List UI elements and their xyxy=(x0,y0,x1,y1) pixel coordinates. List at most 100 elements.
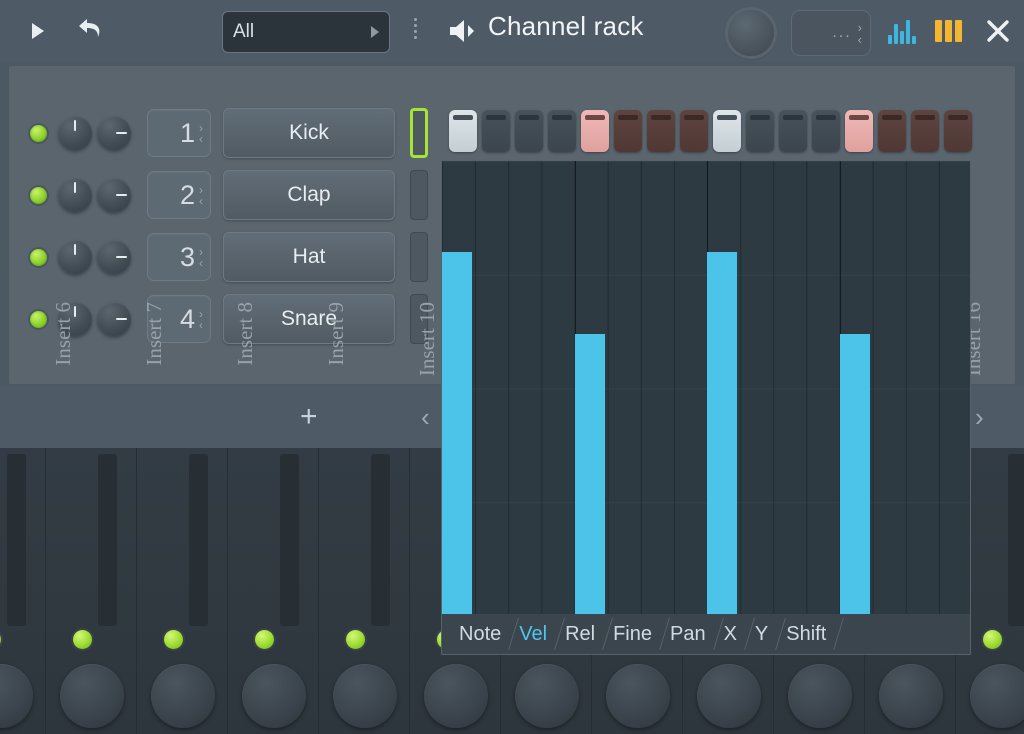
velocity-chart[interactable] xyxy=(442,161,971,616)
pan-knob[interactable] xyxy=(58,116,92,150)
volume-knob[interactable] xyxy=(97,116,131,150)
channel-name-button[interactable]: Kick xyxy=(223,108,395,158)
mixer-track-knob[interactable] xyxy=(60,664,124,728)
channel-number-field[interactable]: 3 ›‹ xyxy=(147,233,211,281)
step-button-4[interactable] xyxy=(548,110,576,152)
velocity-tab-note[interactable]: Note xyxy=(450,614,510,654)
step-button-10[interactable] xyxy=(746,110,774,152)
mixer-track-knob[interactable] xyxy=(424,664,488,728)
channel-filter-select[interactable]: All xyxy=(222,11,390,53)
mixer-track-slot[interactable] xyxy=(410,232,428,282)
step-cap xyxy=(717,115,737,120)
mixer-track[interactable]: Insert 5 xyxy=(0,448,46,734)
velocity-tab-fine[interactable]: Fine xyxy=(604,614,661,654)
mixer-fader[interactable] xyxy=(371,454,390,626)
mixer-fader[interactable] xyxy=(98,454,117,626)
velocity-tab-y[interactable]: Y xyxy=(746,614,777,654)
velocity-tab-rel[interactable]: Rel xyxy=(556,614,604,654)
step-cap xyxy=(849,115,869,120)
dot-icon xyxy=(414,24,417,27)
step-button-15[interactable] xyxy=(911,110,939,152)
velocity-bar-13[interactable] xyxy=(840,334,870,616)
mixer-track-led[interactable] xyxy=(73,630,92,649)
channel-number-field[interactable]: 2 ›‹ xyxy=(147,171,211,219)
step-button-5[interactable] xyxy=(581,110,609,152)
close-button[interactable] xyxy=(985,18,1011,44)
mixer-track-knob[interactable] xyxy=(515,664,579,728)
mixer-track-knob[interactable] xyxy=(0,664,33,728)
step-button-7[interactable] xyxy=(647,110,675,152)
bar-graph-icon[interactable] xyxy=(888,18,916,44)
step-cap xyxy=(651,115,671,120)
mixer-track-knob[interactable] xyxy=(333,664,397,728)
volume-knob[interactable] xyxy=(97,302,131,336)
dot-icon xyxy=(414,30,417,33)
channel-number-value: 1 xyxy=(180,120,195,147)
mixer-track-knob[interactable] xyxy=(606,664,670,728)
step-cap xyxy=(750,115,770,120)
mixer-track[interactable]: Insert 6 xyxy=(46,448,137,734)
channel-name-button[interactable]: Hat xyxy=(223,232,395,282)
step-button-6[interactable] xyxy=(614,110,642,152)
channel-enable-led[interactable] xyxy=(30,249,47,266)
overflow-menu-button[interactable] xyxy=(414,18,417,39)
mixer-fader[interactable] xyxy=(280,454,299,626)
step-button-13[interactable] xyxy=(845,110,873,152)
mixer-track-knob[interactable] xyxy=(879,664,943,728)
dot-icon xyxy=(414,18,417,21)
velocity-tab-pan[interactable]: Pan xyxy=(661,614,715,654)
velocity-bar-1[interactable] xyxy=(442,252,472,616)
mixer-track-knob[interactable] xyxy=(788,664,852,728)
channel-enable-led[interactable] xyxy=(30,125,47,142)
undo-button[interactable] xyxy=(70,11,110,51)
add-channel-button[interactable]: + xyxy=(300,402,318,432)
step-button-9[interactable] xyxy=(713,110,741,152)
mixer-track[interactable]: Insert 8 xyxy=(228,448,319,734)
volume-knob[interactable] xyxy=(97,240,131,274)
mixer-track-led[interactable] xyxy=(255,630,274,649)
stepper-chevrons-icon: ›‹ xyxy=(199,185,203,206)
mixer-track-knob[interactable] xyxy=(242,664,306,728)
step-button-1[interactable] xyxy=(449,110,477,152)
velocity-bar-9[interactable] xyxy=(707,252,737,616)
mixer-track-knob[interactable] xyxy=(970,664,1024,728)
mixer-fader[interactable] xyxy=(7,454,26,626)
pan-knob[interactable] xyxy=(58,178,92,212)
swing-knob[interactable] xyxy=(728,10,774,56)
step-cap xyxy=(585,115,605,120)
pan-knob[interactable] xyxy=(58,240,92,274)
channel-enable-led[interactable] xyxy=(30,187,47,204)
step-button-8[interactable] xyxy=(680,110,708,152)
step-button-12[interactable] xyxy=(812,110,840,152)
mixer-track[interactable]: Insert 9 xyxy=(319,448,410,734)
volume-knob[interactable] xyxy=(97,178,131,212)
channel-number-field[interactable]: 1 ›‹ xyxy=(147,109,211,157)
pattern-selector[interactable]: ... ›‹ xyxy=(791,10,871,56)
velocity-bar-5[interactable] xyxy=(575,334,605,616)
mixer-track-led[interactable] xyxy=(0,630,1,649)
piano-roll-icon[interactable] xyxy=(935,20,962,42)
mixer-track-knob[interactable] xyxy=(697,664,761,728)
step-button-3[interactable] xyxy=(515,110,543,152)
mixer-track-slot[interactable] xyxy=(410,170,428,220)
velocity-tab-x[interactable]: X xyxy=(715,614,746,654)
stepper-chevrons-icon: ›‹ xyxy=(199,247,203,268)
step-button-16[interactable] xyxy=(944,110,972,152)
mixer-track-slot[interactable] xyxy=(410,108,428,158)
play-button[interactable] xyxy=(18,11,58,51)
mixer-track-led[interactable] xyxy=(983,630,1002,649)
velocity-editor-panel: NoteVelRelFinePanXYShift xyxy=(441,160,971,655)
step-button-2[interactable] xyxy=(482,110,510,152)
mixer-track[interactable]: Insert 7 xyxy=(137,448,228,734)
mixer-fader[interactable] xyxy=(189,454,208,626)
velocity-tab-shift[interactable]: Shift xyxy=(777,614,835,654)
channel-name-button[interactable]: Clap xyxy=(223,170,395,220)
mixer-track-led[interactable] xyxy=(164,630,183,649)
mixer-track-knob[interactable] xyxy=(151,664,215,728)
step-button-11[interactable] xyxy=(779,110,807,152)
mixer-fader[interactable] xyxy=(1008,454,1024,626)
velocity-tab-vel[interactable]: Vel xyxy=(510,614,556,654)
channel-enable-led[interactable] xyxy=(30,311,47,328)
mixer-track-led[interactable] xyxy=(346,630,365,649)
step-button-14[interactable] xyxy=(878,110,906,152)
